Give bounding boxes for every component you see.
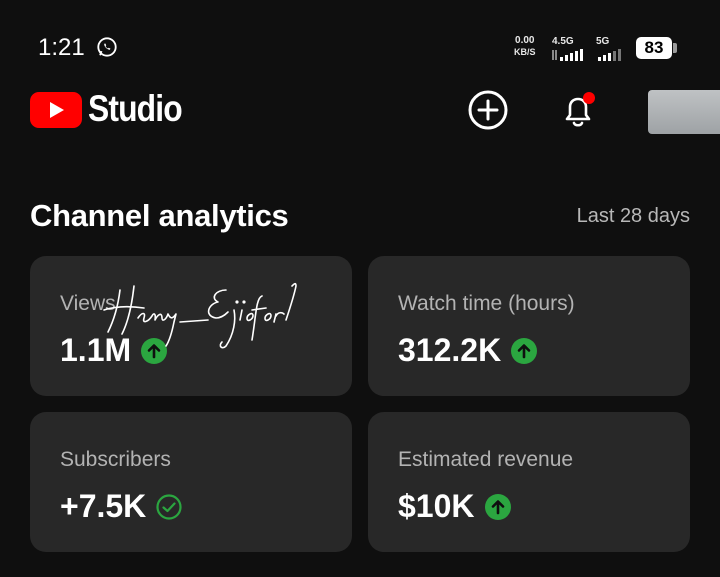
notification-dot xyxy=(583,92,595,104)
signature-watermark xyxy=(103,282,297,349)
create-button[interactable] xyxy=(466,88,510,132)
card-label: Watch time (hours) xyxy=(398,292,575,315)
check-circle-icon xyxy=(156,493,182,520)
network-speed: 0.00 KB/S xyxy=(514,35,536,58)
network-type-1: 4.5G xyxy=(552,36,574,47)
notifications-bell-icon[interactable] xyxy=(556,88,600,132)
subscribers-card[interactable]: Subscribers +7.5K xyxy=(30,412,352,552)
signal-bars-icon xyxy=(598,49,621,61)
youtube-logo-icon[interactable] xyxy=(30,92,82,128)
network-type-2: 5G xyxy=(596,36,610,47)
network-speed-unit: KB/S xyxy=(514,47,536,57)
signal-4g: 4.5G xyxy=(552,36,588,67)
arrow-up-icon xyxy=(511,337,538,364)
card-value: $10K xyxy=(398,488,475,524)
watch-time-card[interactable]: Watch time (hours) 312.2K xyxy=(368,256,690,396)
date-range[interactable]: Last 28 days xyxy=(520,205,690,228)
battery-level: 83 xyxy=(636,37,672,59)
revenue-card[interactable]: Estimated revenue $10K xyxy=(368,412,690,552)
avatar[interactable] xyxy=(648,90,720,134)
status-time: 1:21 xyxy=(38,34,85,61)
network-speed-value: 0.00 xyxy=(515,35,535,46)
card-value-row: +7.5K xyxy=(60,488,182,525)
arrow-up-icon xyxy=(484,493,511,520)
card-label: Subscribers xyxy=(60,448,171,471)
whatsapp-icon xyxy=(97,37,117,57)
card-value: 312.2K xyxy=(398,332,502,368)
card-value: +7.5K xyxy=(60,488,147,524)
card-label: Estimated revenue xyxy=(398,448,574,471)
signal-bars-icon xyxy=(552,49,583,61)
signal-5g: 5G xyxy=(596,36,626,67)
section-title: Channel analytics xyxy=(30,198,289,233)
battery-icon xyxy=(673,43,677,53)
card-value-row: 312.2K xyxy=(398,332,538,369)
app-name: Studio xyxy=(88,88,183,129)
card-value-row: $10K xyxy=(398,488,511,525)
